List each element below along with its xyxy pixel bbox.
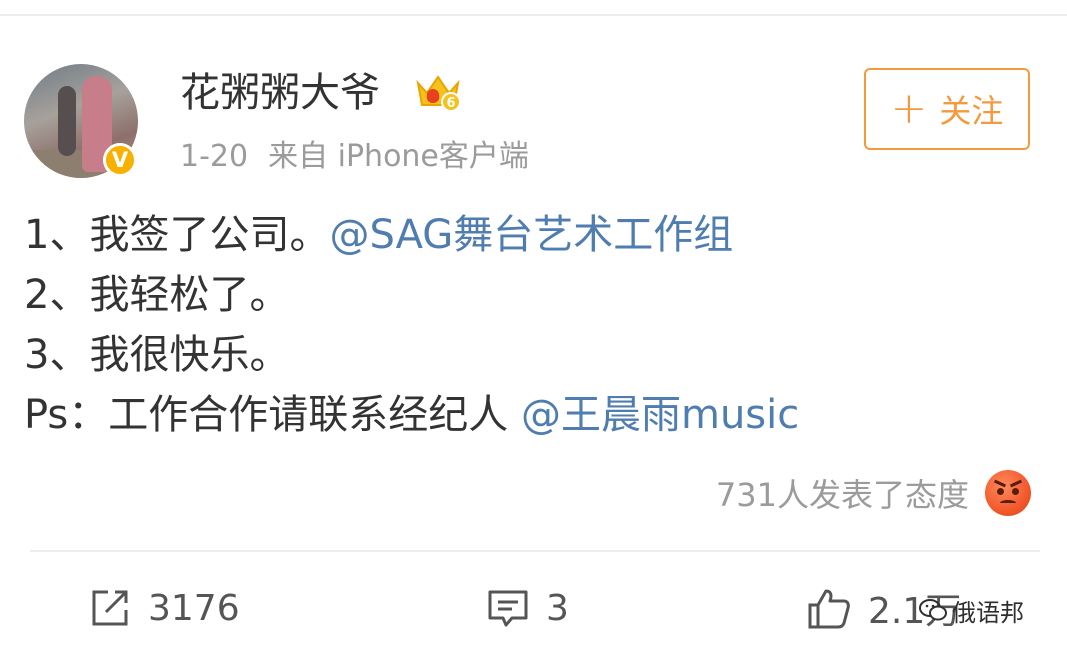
vip-level-text: 6 xyxy=(446,96,455,111)
post-time: 1-20 xyxy=(180,139,249,174)
content-line: 3、我很快乐。 xyxy=(24,332,290,378)
action-divider xyxy=(30,550,1040,552)
wechat-icon xyxy=(919,599,947,621)
repost-icon xyxy=(92,590,128,626)
content-line: 1、我签了公司。@SAG舞台艺术工作组 xyxy=(24,212,734,258)
comment-icon xyxy=(488,590,528,627)
reaction-count-text: 731人发表了态度 xyxy=(715,476,969,514)
comment-button[interactable]: 3 xyxy=(486,580,569,636)
weibo-post: V 花粥粥大爷 6 1-20 来自 iPhone客户端 + 关注 1、我签了公司。… xyxy=(0,0,1067,658)
post-source: 来自 iPhone客户端 xyxy=(268,139,529,174)
mention-link[interactable]: @SAG舞台艺术工作组 xyxy=(329,212,733,258)
mention-link[interactable]: @王晨雨music xyxy=(521,392,799,438)
author-name[interactable]: 花粥粥大爷 xyxy=(180,70,380,116)
repost-button[interactable]: 3176 xyxy=(88,580,240,636)
thumbs-up-icon xyxy=(808,589,850,629)
watermark: 俄语邦 xyxy=(918,590,1024,630)
follow-button[interactable]: + 关注 xyxy=(864,68,1030,150)
post-meta: 1-20 来自 iPhone客户端 xyxy=(180,137,529,177)
content-line: 2、我轻松了。 xyxy=(24,272,290,318)
reaction-summary[interactable]: 731人发表了态度 xyxy=(716,468,1031,518)
top-divider xyxy=(0,14,1067,16)
plus-icon: + xyxy=(890,83,928,134)
comment-count: 3 xyxy=(546,587,569,629)
post-content: 1、我签了公司。@SAG舞台艺术工作组 2、我轻松了。 3、我很快乐。 Ps：工… xyxy=(24,205,799,445)
verified-badge-icon: V xyxy=(103,143,137,177)
angry-face-icon xyxy=(985,470,1031,516)
vip-crown-icon: 6 xyxy=(416,75,461,112)
content-line: Ps：工作合作请联系经纪人 @王晨雨music xyxy=(24,392,800,438)
follow-label: 关注 xyxy=(939,92,1004,130)
repost-count: 3176 xyxy=(148,587,240,629)
watermark-text: 俄语邦 xyxy=(952,598,1024,627)
